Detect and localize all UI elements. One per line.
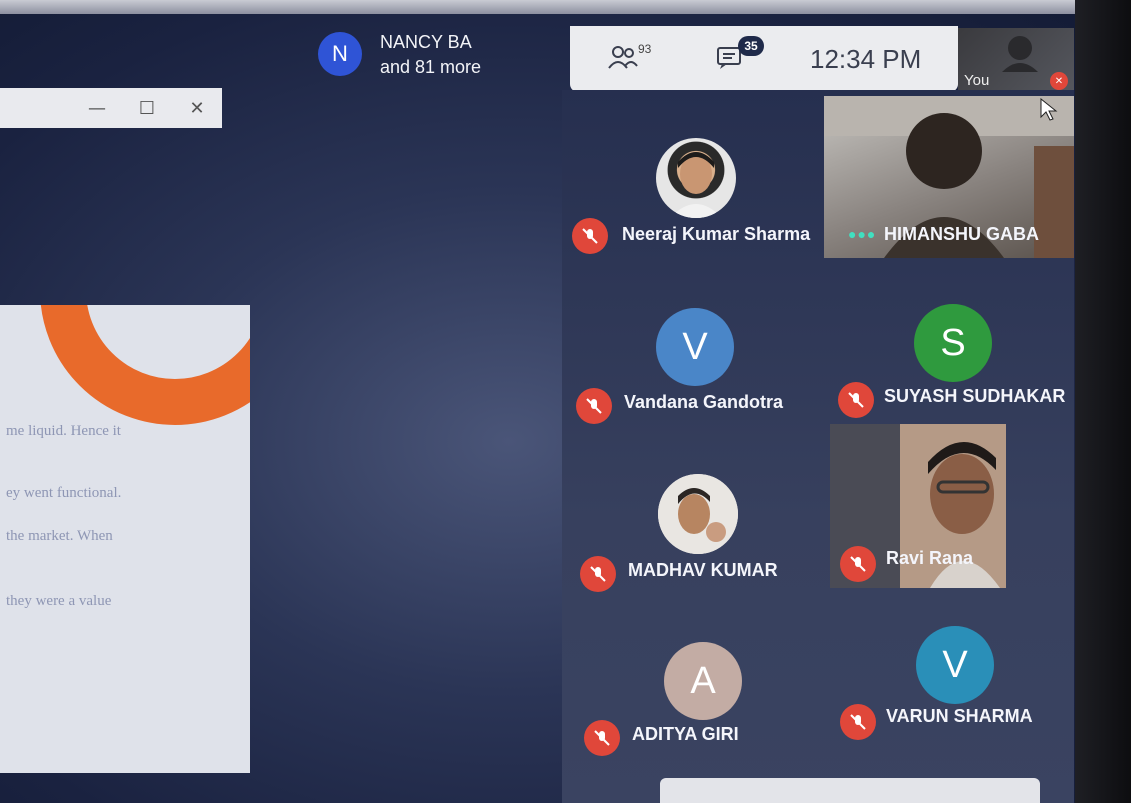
mic-off-icon bbox=[838, 382, 874, 418]
host-avatar[interactable]: N bbox=[318, 32, 362, 76]
face-photo bbox=[658, 474, 738, 554]
document-text-line: the market. When bbox=[6, 528, 113, 544]
mic-off-icon bbox=[580, 556, 616, 592]
participant-name: Ravi Rana bbox=[886, 548, 974, 568]
document-text-line: me liquid. Hence it bbox=[6, 423, 121, 439]
self-silhouette bbox=[1002, 36, 1038, 72]
mouse-cursor-icon bbox=[1040, 98, 1058, 121]
monitor-bezel-top bbox=[0, 0, 1131, 14]
participant-photo-avatar bbox=[658, 474, 738, 554]
chat-count-badge: 35 bbox=[738, 36, 764, 56]
participant-photo-avatar bbox=[656, 138, 736, 218]
participant-avatar: S bbox=[914, 304, 992, 382]
participants-count: 93 bbox=[638, 42, 652, 56]
participant-name: HIMANSHU GABA bbox=[884, 224, 1039, 244]
participant-avatar: V bbox=[656, 308, 734, 386]
people-icon[interactable] bbox=[608, 44, 638, 70]
bottom-controls-bar[interactable] bbox=[660, 778, 1040, 803]
face-photo bbox=[670, 152, 722, 218]
participant-grid: Neeraj Kumar Sharma ●●● HIMANSHU GABA V … bbox=[562, 90, 1074, 803]
mic-off-icon bbox=[584, 720, 620, 756]
mic-off-icon bbox=[840, 546, 876, 582]
meeting-status-panel: 93 35 12:34 PM bbox=[570, 26, 958, 92]
participant-name: Neeraj Kumar Sharma bbox=[622, 224, 811, 244]
participant-name: Vandana Gandotra bbox=[624, 392, 784, 412]
meeting-clock: 12:34 PM bbox=[810, 44, 922, 74]
document-page: me liquid. Hence it ey went functional. … bbox=[0, 305, 250, 773]
minimize-button[interactable]: — bbox=[72, 98, 122, 119]
mic-off-icon bbox=[840, 704, 876, 740]
participant-name: VARUN SHARMA bbox=[886, 706, 1033, 726]
self-label: You bbox=[964, 72, 990, 89]
mic-off-icon bbox=[576, 388, 612, 424]
participant-name: ADITYA GIRI bbox=[632, 724, 739, 744]
host-name: NANCY BA bbox=[380, 32, 472, 52]
host-more-participants: and 81 more bbox=[380, 57, 482, 77]
mic-off-icon: ✕ bbox=[1050, 72, 1068, 90]
document-text-line: ey went functional. bbox=[6, 485, 122, 501]
participant-avatar: V bbox=[916, 626, 994, 704]
document-text-line: they were a value bbox=[6, 593, 112, 609]
close-button[interactable]: ✕ bbox=[172, 98, 222, 119]
participant-avatar: A bbox=[664, 642, 742, 720]
mic-off-icon bbox=[572, 218, 608, 254]
participant-name: MADHAV KUMAR bbox=[628, 560, 778, 580]
document-window-titlebar: — ☐ ✕ bbox=[0, 88, 222, 128]
orange-arc-graphic bbox=[40, 305, 250, 425]
speaking-indicator: ●●● bbox=[848, 226, 877, 242]
monitor-bezel-right bbox=[1075, 0, 1131, 803]
self-video-tile[interactable]: You ✕ bbox=[958, 28, 1074, 96]
participant-name: SUYASH SUDHAKAR bbox=[884, 386, 1066, 406]
maximize-button[interactable]: ☐ bbox=[122, 98, 172, 119]
